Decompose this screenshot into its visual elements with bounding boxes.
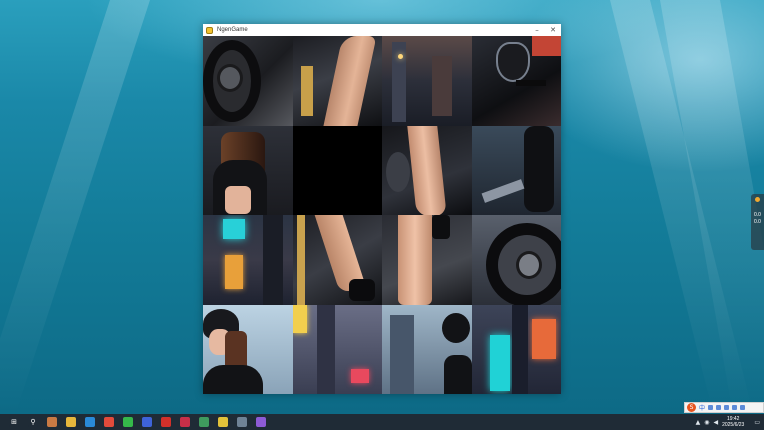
building-shape — [263, 215, 283, 305]
minimize-button[interactable]: – — [529, 24, 545, 36]
side-readout-1: 0.0 — [754, 212, 761, 218]
empty-tile[interactable] — [292, 125, 382, 215]
brake-disc-shape — [515, 251, 542, 279]
boot-shape — [348, 279, 375, 301]
ime-tool-icon[interactable] — [708, 405, 714, 410]
taskbar-app-2-icon[interactable] — [142, 417, 152, 427]
arm-shape — [523, 125, 554, 212]
ime-tool-icon[interactable] — [732, 405, 738, 410]
light-shape — [398, 54, 403, 59]
puzzle-tile[interactable] — [471, 215, 561, 305]
taskbar-app-4-icon[interactable] — [180, 417, 190, 427]
ime-mode-label[interactable]: 中 — [699, 403, 705, 412]
puzzle-tile[interactable] — [382, 304, 472, 394]
taskbar: ⊞ ⚲ ▲ ◉ ◀ 19:42 2025/6/23 ▭ — [0, 414, 764, 430]
puzzle-tile[interactable] — [292, 304, 382, 394]
puzzle-tile[interactable] — [471, 36, 561, 126]
neon-sign-shape — [531, 318, 556, 359]
windscreen-shape — [481, 178, 524, 203]
notification-icon[interactable]: ▭ — [754, 419, 760, 426]
puzzle-tile[interactable] — [292, 36, 382, 126]
light-ray — [0, 0, 150, 414]
sign-shape — [531, 36, 561, 56]
puzzle-tile[interactable] — [471, 125, 561, 215]
side-readout-2: 0.0 — [754, 219, 761, 225]
puzzle-tile[interactable] — [382, 215, 472, 305]
ime-tool-icons — [708, 405, 748, 410]
window-titlebar[interactable]: NgenGame – ✕ — [203, 24, 561, 36]
neon-sign-shape — [350, 368, 369, 383]
close-button[interactable]: ✕ — [545, 24, 561, 36]
taskbar-app-6-icon[interactable] — [237, 417, 247, 427]
taskbar-app-5-icon[interactable] — [199, 417, 209, 427]
network-icon[interactable]: ◉ — [704, 419, 709, 426]
leg-shape — [322, 36, 377, 126]
neon-sign-shape — [225, 255, 243, 289]
neon-sign-shape — [489, 334, 510, 391]
building-shape — [511, 304, 528, 394]
puzzle-tile[interactable] — [382, 36, 472, 126]
neon-sign-shape — [292, 304, 307, 333]
helmet-shape — [442, 312, 470, 343]
leg-shape — [398, 215, 432, 305]
chevron-up-icon[interactable]: ▲ — [696, 419, 701, 426]
ime-logo-icon: S — [687, 403, 696, 412]
ime-tool-icon[interactable] — [716, 405, 722, 410]
status-dot-icon — [755, 197, 760, 202]
clock-date: 2025/6/23 — [722, 422, 745, 428]
puzzle-tile[interactable] — [203, 125, 293, 215]
puzzle-tile[interactable] — [292, 215, 382, 305]
taskbar-apps: ⊞ ⚲ — [0, 417, 266, 427]
handlebar-shape — [515, 80, 546, 86]
system-tray: ▲ ◉ ◀ 19:42 2025/6/23 ▭ — [696, 414, 764, 430]
engine-shape — [386, 151, 410, 192]
glove-shape — [432, 215, 450, 239]
taskbar-app-3-icon[interactable] — [161, 417, 171, 427]
taskbar-app-7-icon[interactable] — [256, 417, 266, 427]
window-title: NgenGame — [217, 27, 248, 33]
taskbar-file-explorer-icon[interactable] — [66, 417, 76, 427]
fork-shape — [300, 66, 313, 116]
brake-disc-shape — [217, 64, 243, 92]
ime-toolbar[interactable]: S 中 — [684, 402, 764, 413]
side-monitor-widget[interactable]: 0.0 0.0 — [751, 194, 764, 250]
leg-shape — [407, 125, 447, 215]
taskbar-python-icon[interactable] — [218, 417, 228, 427]
ime-tool-icon[interactable] — [740, 405, 746, 410]
puzzle-tile[interactable] — [471, 304, 561, 394]
puzzle-board — [203, 36, 561, 394]
headlight-shape — [495, 42, 530, 82]
puzzle-tile[interactable] — [203, 304, 293, 394]
puzzle-tile[interactable] — [203, 215, 293, 305]
building-shape — [390, 314, 414, 394]
window-controls: – ✕ — [529, 24, 561, 36]
app-icon — [206, 26, 213, 34]
game-window: NgenGame – ✕ — [203, 24, 561, 394]
neon-sign-shape — [223, 219, 245, 239]
jacket-shape — [444, 354, 472, 394]
taskbar-edge-icon[interactable] — [85, 417, 95, 427]
volume-icon[interactable]: ◀ — [713, 419, 718, 426]
building-shape — [316, 304, 335, 394]
fork-shape — [296, 215, 305, 305]
taskbar-app-1-icon[interactable] — [47, 417, 57, 427]
puzzle-tile[interactable] — [203, 36, 293, 126]
building-shape — [432, 56, 452, 116]
taskbar-search-icon[interactable]: ⚲ — [28, 417, 38, 427]
jacket-shape — [203, 364, 263, 394]
taskbar-wechat-icon[interactable] — [123, 417, 133, 427]
taskbar-chrome-icon[interactable] — [104, 417, 114, 427]
taskbar-clock[interactable]: 19:42 2025/6/23 — [722, 416, 744, 428]
puzzle-tile[interactable] — [382, 125, 472, 215]
skin-shape — [225, 185, 251, 214]
ime-tool-icon[interactable] — [724, 405, 730, 410]
taskbar-start-icon[interactable]: ⊞ — [9, 417, 19, 427]
